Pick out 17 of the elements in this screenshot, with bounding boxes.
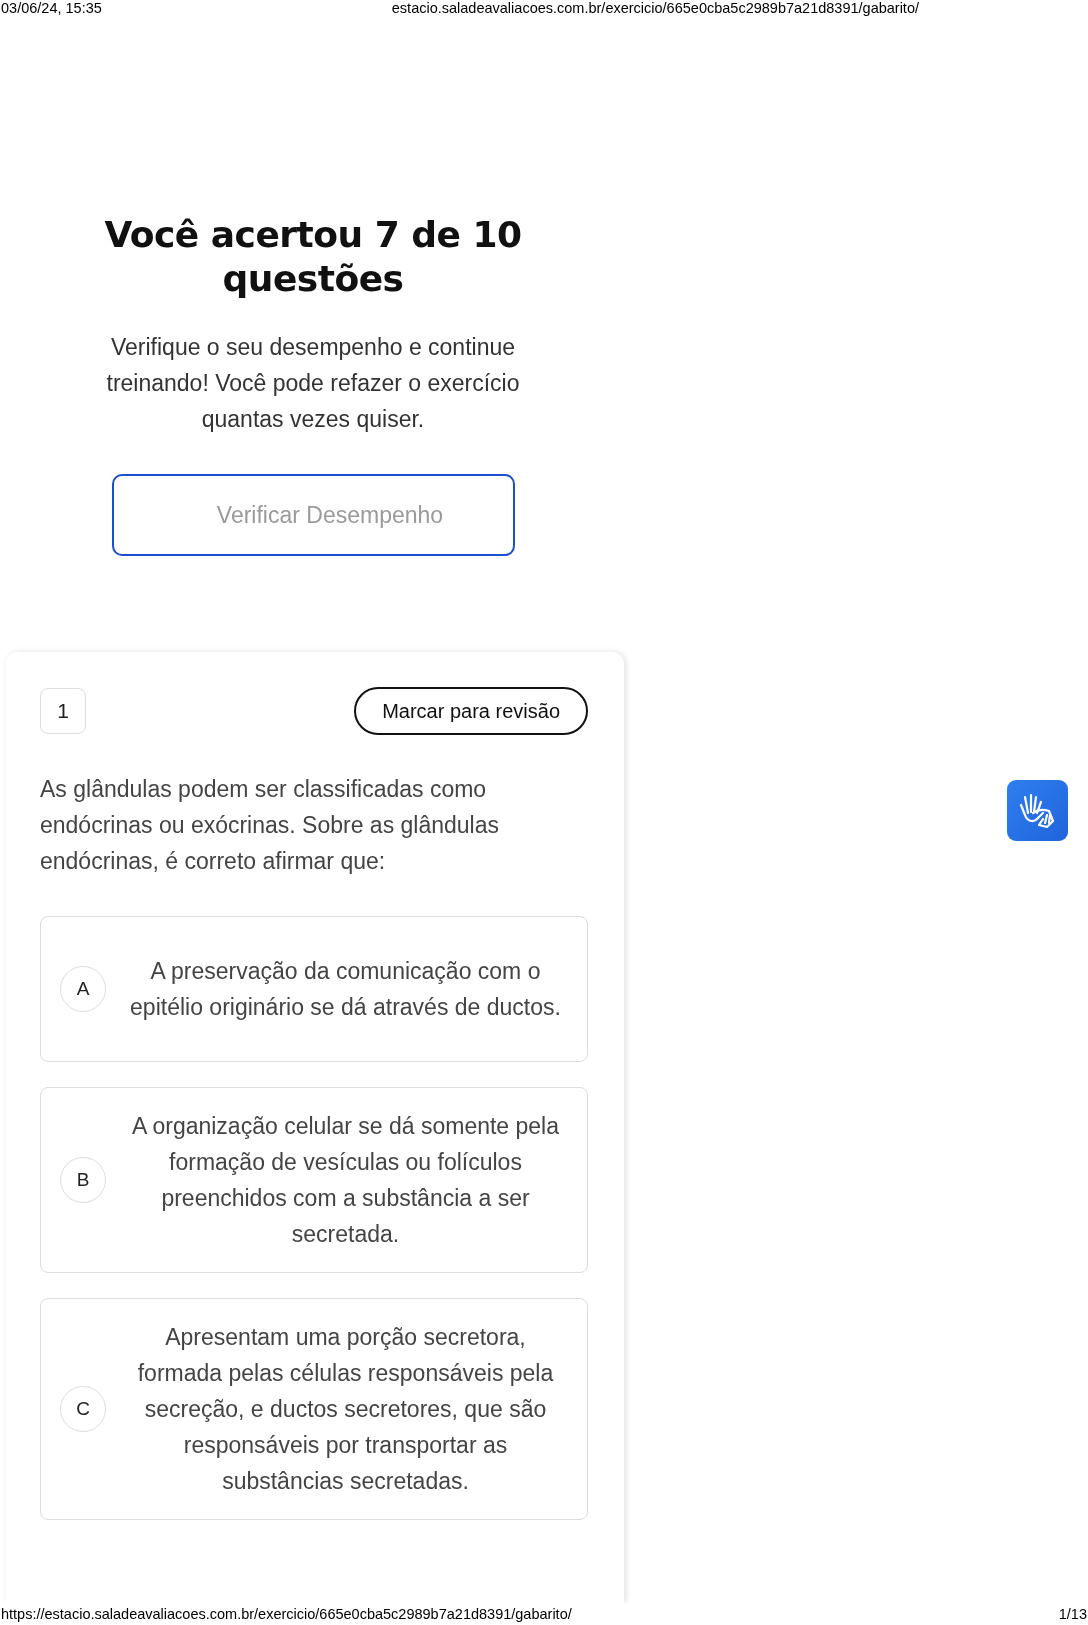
page-number: 1/13	[1058, 1606, 1087, 1622]
sign-language-button[interactable]	[1007, 780, 1068, 841]
print-date: 03/06/24, 15:35	[1, 0, 102, 16]
review-button[interactable]: Marcar para revisão	[354, 687, 588, 735]
answer-option[interactable]: B A organização celular se dá somente pela formação de vesículas ou folículos preenchidos com a substância a ser secretada.	[40, 1087, 588, 1273]
option-text: Apresentam uma porção secretora, formada pelas células responsáveis pela secreção, e ductos secretores, que são responsáveis por transportar as substâncias secretadas.	[136, 1323, 555, 1496]
option-text: A organização celular se dá somente pela formação de vesículas ou folículos preenchidos com a substância a ser secretada.	[130, 1112, 561, 1249]
page-url: estacio.saladeavaliacoes.com.br/exercicio/665e0cba5c2989b7a21d8391/gabarito/	[391, 0, 919, 16]
result-title: Você acertou 7 de 10 questões	[103, 213, 523, 301]
hands-icon	[1018, 792, 1057, 829]
answer-option[interactable]: C Apresentam uma porção secretora, formada pelas células responsáveis pela secreção, e ductos secretores, que são responsáveis por transportar as substâncias secretadas.	[40, 1298, 588, 1520]
answer-option[interactable]: A A preservação da comunicação com o epitélio originário se dá através de ductos.	[40, 916, 588, 1062]
page-url: https://estacio.saladeavaliacoes.com.br/exercicio/665e0cba5c2989b7a21d8391/gabarito/	[1, 1606, 572, 1622]
option-text: A preservação da comunicação com o epitélio originário se dá através de ductos.	[129, 957, 562, 1022]
question-number: 1	[40, 688, 86, 734]
result-message: Verifique o seu desempenho e continue treinando! Você pode refazer o exercício quantas vezes quiser.	[105, 333, 521, 434]
question-text: As glândulas podem ser classificadas como endócrinas ou exócrinas. Sobre as glândulas endócrinas, é correto afirmar que:	[40, 775, 500, 876]
